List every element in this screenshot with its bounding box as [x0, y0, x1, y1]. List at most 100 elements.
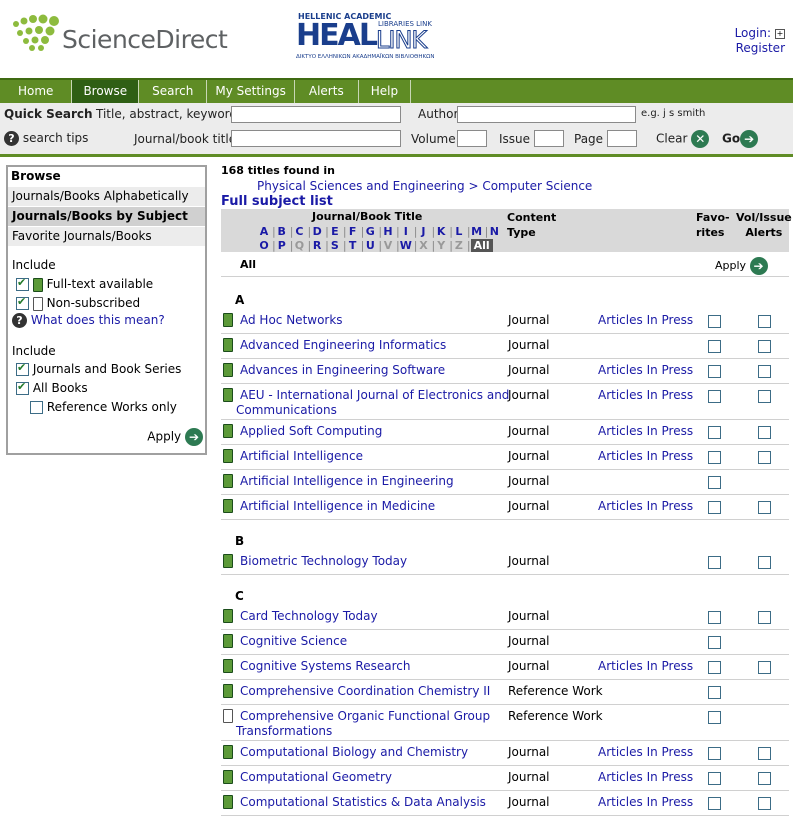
page-input[interactable]	[607, 130, 637, 147]
favorite-checkbox[interactable]	[708, 772, 721, 785]
login-link[interactable]: Login:	[735, 26, 771, 40]
title-link[interactable]: Cognitive Science	[240, 634, 347, 648]
allbooks-checkbox[interactable]	[16, 380, 29, 395]
articles-in-press-link[interactable]: Articles In Press	[598, 449, 693, 463]
title-link[interactable]: Computational Statistics & Data Analysis	[240, 795, 486, 809]
breadcrumb-computer-science[interactable]: Computer Science	[482, 179, 592, 193]
vol-alert-checkbox[interactable]	[758, 556, 771, 569]
journal-input[interactable]	[231, 130, 401, 147]
favorite-checkbox[interactable]	[708, 476, 721, 489]
articles-in-press-link[interactable]: Articles In Press	[598, 363, 693, 377]
alpha-letter-s[interactable]: S	[329, 239, 341, 252]
favorite-checkbox[interactable]	[708, 501, 721, 514]
vol-alert-checkbox[interactable]	[758, 340, 771, 353]
alpha-letter-e[interactable]: E	[329, 225, 341, 238]
alpha-letter-t[interactable]: T	[347, 239, 359, 252]
vol-alert-checkbox[interactable]	[758, 365, 771, 378]
vol-alert-checkbox[interactable]	[758, 747, 771, 760]
title-link[interactable]: AEU - International Journal of Electroni…	[240, 388, 509, 402]
title-link[interactable]: Comprehensive Organic Functional Group	[240, 709, 490, 723]
favorite-checkbox[interactable]	[708, 451, 721, 464]
what-does-this-mean[interactable]: ? What does this mean?	[12, 313, 165, 328]
tab-browse[interactable]: Browse	[72, 80, 140, 103]
alpha-letter-b[interactable]: B	[276, 225, 288, 238]
search-tips-link[interactable]: ? search tips	[4, 131, 88, 146]
sidebar-item-by-subject[interactable]: Journals/Books by Subject	[8, 206, 205, 226]
articles-in-press-link[interactable]: Articles In Press	[598, 770, 693, 784]
fulltext-checkbox[interactable]	[16, 276, 29, 291]
title-link[interactable]: Applied Soft Computing	[240, 424, 382, 438]
favorite-checkbox[interactable]	[708, 747, 721, 760]
vol-alert-checkbox[interactable]	[758, 797, 771, 810]
go-button[interactable]: Go ➔	[722, 130, 759, 148]
title-link[interactable]: Card Technology Today	[240, 609, 378, 623]
tab-help[interactable]: Help	[359, 80, 412, 103]
favorite-checkbox[interactable]	[708, 797, 721, 810]
alpha-letter-g[interactable]: G	[364, 225, 376, 238]
alpha-letter-l[interactable]: L	[453, 225, 465, 238]
favorite-checkbox[interactable]	[708, 315, 721, 328]
author-input[interactable]	[457, 106, 636, 123]
favorite-checkbox[interactable]	[708, 661, 721, 674]
vol-alert-checkbox[interactable]	[758, 611, 771, 624]
title-link[interactable]: Advanced Engineering Informatics	[240, 338, 446, 352]
refonly-checkbox[interactable]	[30, 401, 43, 414]
vol-alert-checkbox[interactable]	[758, 390, 771, 403]
register-link[interactable]: Register	[736, 41, 785, 55]
sidebar-item-alphabetical[interactable]: Journals/Books Alphabetically	[8, 186, 205, 206]
favorite-checkbox[interactable]	[708, 711, 721, 724]
vol-alert-checkbox[interactable]	[758, 772, 771, 785]
main-apply-button[interactable]: Apply ➔	[715, 257, 768, 275]
favorite-checkbox[interactable]	[708, 340, 721, 353]
favorite-checkbox[interactable]	[708, 686, 721, 699]
vol-alert-checkbox[interactable]	[758, 501, 771, 514]
title-link[interactable]: Advances in Engineering Software	[240, 363, 445, 377]
alpha-letter-f[interactable]: F	[347, 225, 359, 238]
alpha-letter-a[interactable]: A	[258, 225, 270, 238]
vol-alert-checkbox[interactable]	[758, 315, 771, 328]
alpha-letter-m[interactable]: M	[471, 225, 483, 238]
favorite-checkbox[interactable]	[708, 390, 721, 403]
title-link-cont[interactable]: Communications	[236, 403, 337, 417]
sciencedirect-logo[interactable]: ScienceDirect	[8, 14, 238, 64]
title-link[interactable]: Computational Geometry	[240, 770, 392, 784]
alpha-letter-r[interactable]: R	[311, 239, 323, 252]
favorite-checkbox[interactable]	[708, 556, 721, 569]
sidebar-apply-button[interactable]: Apply ➔	[147, 428, 203, 446]
title-link[interactable]: Comprehensive Coordination Chemistry II	[240, 684, 490, 698]
title-link[interactable]: Cognitive Systems Research	[240, 659, 410, 673]
tab-alerts[interactable]: Alerts	[295, 80, 359, 103]
alpha-letter-o[interactable]: O	[258, 239, 270, 252]
breadcrumb-physical-sciences[interactable]: Physical Sciences and Engineering	[257, 179, 465, 193]
title-link[interactable]: Ad Hoc Networks	[240, 313, 343, 327]
full-subject-list-link[interactable]: Full subject list	[221, 194, 333, 209]
alpha-letter-k[interactable]: K	[435, 225, 447, 238]
sidebar-item-favorites[interactable]: Favorite Journals/Books	[8, 226, 205, 246]
volume-input[interactable]	[457, 130, 487, 147]
title-link-cont[interactable]: Transformations	[236, 724, 332, 738]
title-link[interactable]: Biometric Technology Today	[240, 554, 407, 568]
title-link[interactable]: Artificial Intelligence in Medicine	[240, 499, 435, 513]
series-checkbox[interactable]	[16, 361, 29, 376]
articles-in-press-link[interactable]: Articles In Press	[598, 795, 693, 809]
alpha-letter-u[interactable]: U	[364, 239, 376, 252]
alpha-letter-n[interactable]: N	[488, 225, 500, 238]
tab-search[interactable]: Search	[139, 80, 208, 103]
nonsub-checkbox[interactable]	[16, 295, 29, 310]
alpha-letter-p[interactable]: P	[276, 239, 288, 252]
alpha-letter-c[interactable]: C	[293, 225, 305, 238]
title-link[interactable]: Computational Biology and Chemistry	[240, 745, 468, 759]
favorite-checkbox[interactable]	[708, 426, 721, 439]
expand-plus-icon[interactable]: +	[775, 29, 785, 39]
articles-in-press-link[interactable]: Articles In Press	[598, 313, 693, 327]
favorite-checkbox[interactable]	[708, 365, 721, 378]
title-link[interactable]: Artificial Intelligence in Engineering	[240, 474, 454, 488]
articles-in-press-link[interactable]: Articles In Press	[598, 499, 693, 513]
tab-my-settings[interactable]: My Settings	[207, 80, 295, 103]
vol-alert-checkbox[interactable]	[758, 451, 771, 464]
vol-alert-checkbox[interactable]	[758, 426, 771, 439]
alpha-letter-d[interactable]: D	[311, 225, 323, 238]
articles-in-press-link[interactable]: Articles In Press	[598, 424, 693, 438]
favorite-checkbox[interactable]	[708, 611, 721, 624]
alpha-letter-j[interactable]: J	[417, 225, 429, 238]
